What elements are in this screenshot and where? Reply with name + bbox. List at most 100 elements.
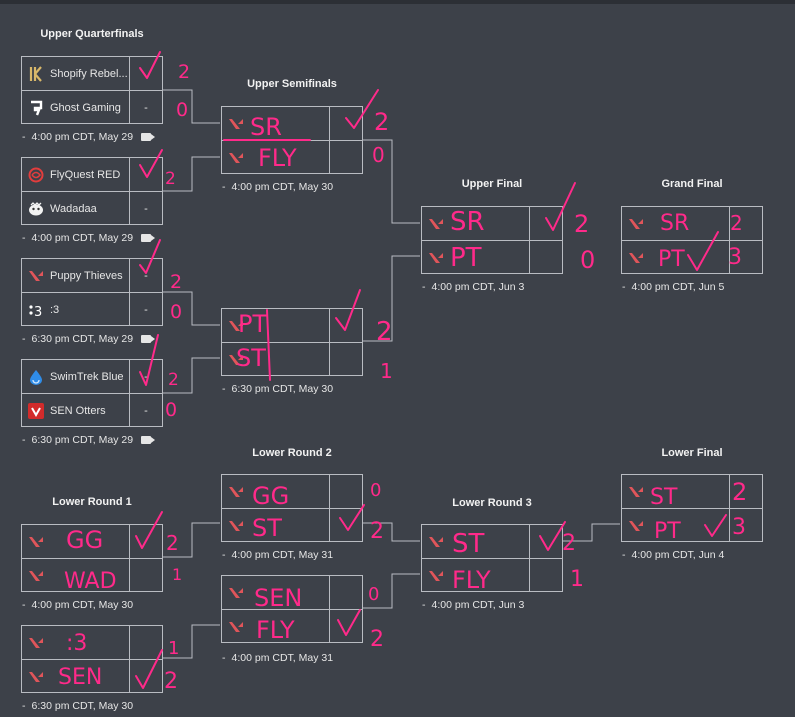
team-row[interactable] xyxy=(422,240,562,274)
valorant-icon xyxy=(228,352,244,368)
score xyxy=(329,309,362,342)
valorant-icon xyxy=(628,250,644,266)
match-lower-r1-2[interactable] xyxy=(21,625,163,693)
score xyxy=(329,107,362,140)
score xyxy=(529,207,562,240)
match-upper-sf-1[interactable] xyxy=(221,106,363,174)
match-lower-final[interactable] xyxy=(621,474,763,542)
score xyxy=(729,207,762,240)
match-time: -4:00 pm CDT, May 31 xyxy=(222,652,334,664)
video-camera-icon[interactable] xyxy=(141,133,156,141)
match-grand-final[interactable] xyxy=(621,206,763,274)
match-upper-qf-3[interactable]: Puppy Thieves - 3 :3 - xyxy=(21,258,163,326)
round-title-upper-quarterfinals: Upper Quarterfinals xyxy=(40,28,144,40)
round-title-grand-final: Grand Final xyxy=(661,178,723,190)
match-time: -4:00 pm CDT, May 29 xyxy=(22,131,156,143)
score: - xyxy=(129,293,162,326)
match-time: -4:00 pm CDT, Jun 5 xyxy=(622,281,725,293)
round-title-lower-round-3: Lower Round 3 xyxy=(452,497,532,509)
video-camera-icon[interactable] xyxy=(141,436,156,444)
match-time: -6:30 pm CDT, May 29 xyxy=(22,434,156,446)
team-row[interactable] xyxy=(222,508,362,542)
match-upper-qf-1[interactable]: Shopify Rebel... Ghost Gaming - xyxy=(21,56,163,124)
match-upper-qf-2[interactable]: FlyQuest RED Wadadaa - xyxy=(21,157,163,225)
valorant-icon xyxy=(228,484,244,500)
team-row[interactable]: FlyQuest RED xyxy=(22,158,162,191)
valorant-icon xyxy=(428,250,444,266)
team-row[interactable]: 3 :3 - xyxy=(22,292,162,326)
team-row[interactable] xyxy=(422,558,562,592)
team-row[interactable] xyxy=(222,140,362,174)
score xyxy=(329,576,362,609)
score xyxy=(329,475,362,508)
valorant-icon xyxy=(628,484,644,500)
valorant-icon xyxy=(428,216,444,232)
score xyxy=(329,610,362,643)
match-lower-r1-1[interactable] xyxy=(21,524,163,592)
match-time: -4:00 pm CDT, Jun 3 xyxy=(422,281,525,293)
match-lower-r3[interactable] xyxy=(421,524,563,592)
team-row[interactable] xyxy=(622,207,762,240)
team-row[interactable] xyxy=(222,576,362,609)
score xyxy=(729,475,762,508)
match-time: -6:30 pm CDT, May 29 xyxy=(22,333,156,345)
team-row[interactable] xyxy=(422,207,562,240)
match-time: -4:00 pm CDT, May 30 xyxy=(22,599,134,611)
team-row[interactable]: Puppy Thieves - xyxy=(22,259,162,292)
score: - xyxy=(129,91,162,124)
score xyxy=(329,509,362,542)
match-lower-r2-2[interactable] xyxy=(221,575,363,643)
score xyxy=(129,559,162,592)
video-camera-icon[interactable] xyxy=(141,234,156,242)
valorant-icon xyxy=(628,518,644,534)
round-title-lower-round-2: Lower Round 2 xyxy=(252,447,332,459)
team-row[interactable] xyxy=(222,475,362,508)
round-title-upper-semifinals: Upper Semifinals xyxy=(247,78,337,90)
team-row[interactable]: Shopify Rebel... xyxy=(22,57,162,90)
team-row[interactable] xyxy=(22,558,162,592)
match-time: -4:00 pm CDT, May 31 xyxy=(222,549,334,561)
score xyxy=(729,241,762,274)
match-time: -6:30 pm CDT, May 30 xyxy=(222,383,334,395)
valorant-icon xyxy=(428,534,444,550)
team-row[interactable]: Wadadaa - xyxy=(22,191,162,225)
flyquest-icon xyxy=(28,167,44,183)
match-upper-qf-4[interactable]: SwimTrek Blue - SEN Otters - xyxy=(21,359,163,427)
match-lower-r2-1[interactable] xyxy=(221,474,363,542)
score xyxy=(129,660,162,693)
video-camera-icon[interactable] xyxy=(141,335,156,343)
team-row[interactable]: Ghost Gaming - xyxy=(22,90,162,124)
team-row[interactable] xyxy=(22,626,162,659)
team-row[interactable]: SwimTrek Blue - xyxy=(22,360,162,393)
match-upper-sf-2[interactable] xyxy=(221,308,363,376)
team-row[interactable] xyxy=(422,525,562,558)
score xyxy=(129,57,162,90)
svg-text:3: 3 xyxy=(34,305,42,318)
match-time: -4:00 pm CDT, May 30 xyxy=(222,181,334,193)
team-row[interactable] xyxy=(222,609,362,643)
team-row[interactable] xyxy=(222,309,362,342)
match-upper-final[interactable] xyxy=(421,206,563,274)
valorant-icon xyxy=(428,568,444,584)
valorant-icon xyxy=(28,635,44,651)
team-row[interactable] xyxy=(622,508,762,542)
sen-icon xyxy=(28,402,44,419)
team-row[interactable] xyxy=(22,525,162,558)
colon-three-icon: 3 xyxy=(28,302,44,318)
score xyxy=(529,525,562,558)
team-row[interactable] xyxy=(622,240,762,274)
team-row[interactable]: SEN Otters - xyxy=(22,393,162,427)
score: - xyxy=(129,192,162,225)
valorant-icon xyxy=(28,568,44,584)
valorant-icon xyxy=(228,150,244,166)
score xyxy=(529,241,562,274)
team-row[interactable] xyxy=(622,475,762,508)
team-row[interactable] xyxy=(22,659,162,693)
valorant-icon xyxy=(228,116,244,132)
valorant-icon xyxy=(228,318,244,334)
valorant-icon xyxy=(228,585,244,601)
wadadaa-icon xyxy=(28,201,44,217)
round-title-lower-final: Lower Final xyxy=(661,447,723,459)
team-row[interactable] xyxy=(222,107,362,140)
team-row[interactable] xyxy=(222,342,362,376)
